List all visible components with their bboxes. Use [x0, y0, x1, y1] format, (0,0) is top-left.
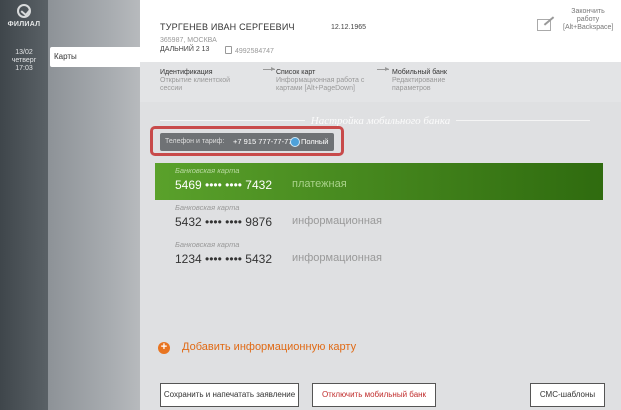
- step-subtitle: параметров: [392, 85, 431, 92]
- pencil-icon[interactable]: [537, 16, 555, 31]
- nav-item-cards[interactable]: Карты: [50, 47, 140, 67]
- step-identification[interactable]: Идентификация Открытие клиентской сессии: [160, 69, 230, 93]
- time: 17:03: [15, 65, 33, 72]
- tariff-field[interactable]: Телефон и тариф: +7 915 777-77-77 Полный: [160, 133, 334, 151]
- finish-label-1: Закончить: [571, 8, 605, 15]
- card-row[interactable]: Банковская карта 5432 •••• •••• 9876 инф…: [155, 200, 603, 237]
- workflow-steps: Идентификация Открытие клиентской сессии…: [140, 62, 621, 102]
- add-card-label: Добавить информационную карту: [182, 341, 357, 353]
- arrow-right-icon: [263, 67, 275, 71]
- weekday: четверг: [11, 57, 37, 64]
- client-dob: 12.12.1965: [331, 24, 367, 31]
- main-panel: ТУРГЕНЕВ ИВАН СЕРГЕЕВИЧ 12.12.1965 36598…: [140, 0, 621, 410]
- step-title: Список карт: [276, 69, 316, 76]
- save-print-button[interactable]: Сохранить и напечатать заявление: [160, 383, 299, 407]
- finish-label-3: [Alt+Backspace]: [563, 24, 614, 31]
- phone-icon: [225, 46, 232, 54]
- nav-item-label: Карты: [54, 52, 77, 61]
- step-subtitle: Редактирование: [392, 77, 446, 84]
- card-number: 1234 •••• •••• 5432: [175, 252, 273, 266]
- step-mobile-bank[interactable]: Мобильный банк Редактирование параметров: [392, 69, 447, 93]
- client-phone-number: 4992584747: [235, 48, 274, 55]
- tariff-phone: +7 915 777-77-77: [233, 137, 293, 146]
- sms-templates-button[interactable]: СМС-шаблоны: [530, 383, 605, 407]
- step-subtitle: сессии: [160, 85, 183, 92]
- card-row[interactable]: Банковская карта 1234 •••• •••• 5432 инф…: [155, 237, 603, 274]
- client-address-2: ДАЛЬНИЙ 2 13: [160, 46, 210, 53]
- card-label: Банковская карта: [175, 203, 240, 212]
- tariff-label: Телефон и тариф:: [165, 138, 225, 145]
- card-label: Банковская карта: [175, 240, 240, 249]
- client-address: 365987, МОСКВА: [160, 37, 217, 44]
- globe-icon: [290, 137, 300, 147]
- left-rail: ФИЛИАЛ 13/02 четверг 17:03: [0, 0, 48, 410]
- plus-circle-icon: +: [158, 342, 170, 354]
- card-number: 5469 •••• •••• 7432: [175, 178, 273, 192]
- date: 13/02: [15, 49, 33, 56]
- finish-work-button[interactable]: Закончить работу [Alt+Backspace]: [563, 8, 613, 32]
- step-card-list[interactable]: Список карт Информационная работа с карт…: [276, 69, 364, 93]
- client-name: ТУРГЕНЕВ ИВАН СЕРГЕЕВИЧ: [160, 22, 295, 32]
- date-time: 13/02 четверг 17:03: [0, 49, 48, 73]
- arrow-right-icon: [377, 67, 389, 71]
- logo-text: ФИЛИАЛ: [7, 21, 41, 28]
- client-phone: 4992584747: [225, 46, 274, 55]
- finish-label-2: работу: [576, 16, 600, 23]
- step-subtitle: Открытие клиентской: [160, 77, 231, 84]
- card-row[interactable]: Банковская карта 5469 •••• •••• 7432 пла…: [155, 163, 603, 200]
- tariff-plan: Полный: [301, 137, 329, 146]
- bank-logo: ФИЛИАЛ: [6, 4, 42, 32]
- step-title: Идентификация: [160, 69, 213, 76]
- card-number: 5432 •••• •••• 9876: [175, 215, 273, 229]
- card-label: Банковская карта: [175, 166, 240, 175]
- card-type: платежная: [292, 178, 347, 190]
- card-type: информационная: [292, 252, 382, 264]
- card-type: информационная: [292, 215, 382, 227]
- step-subtitle: Информационная работа с: [276, 77, 365, 84]
- disable-mobile-bank-button[interactable]: Отключить мобильный банк: [312, 383, 436, 407]
- step-subtitle: картами [Alt+PageDown]: [276, 85, 355, 92]
- client-header: ТУРГЕНЕВ ИВАН СЕРГЕЕВИЧ 12.12.1965 36598…: [140, 0, 621, 62]
- step-title: Мобильный банк: [392, 69, 447, 76]
- logo-icon: [17, 4, 31, 18]
